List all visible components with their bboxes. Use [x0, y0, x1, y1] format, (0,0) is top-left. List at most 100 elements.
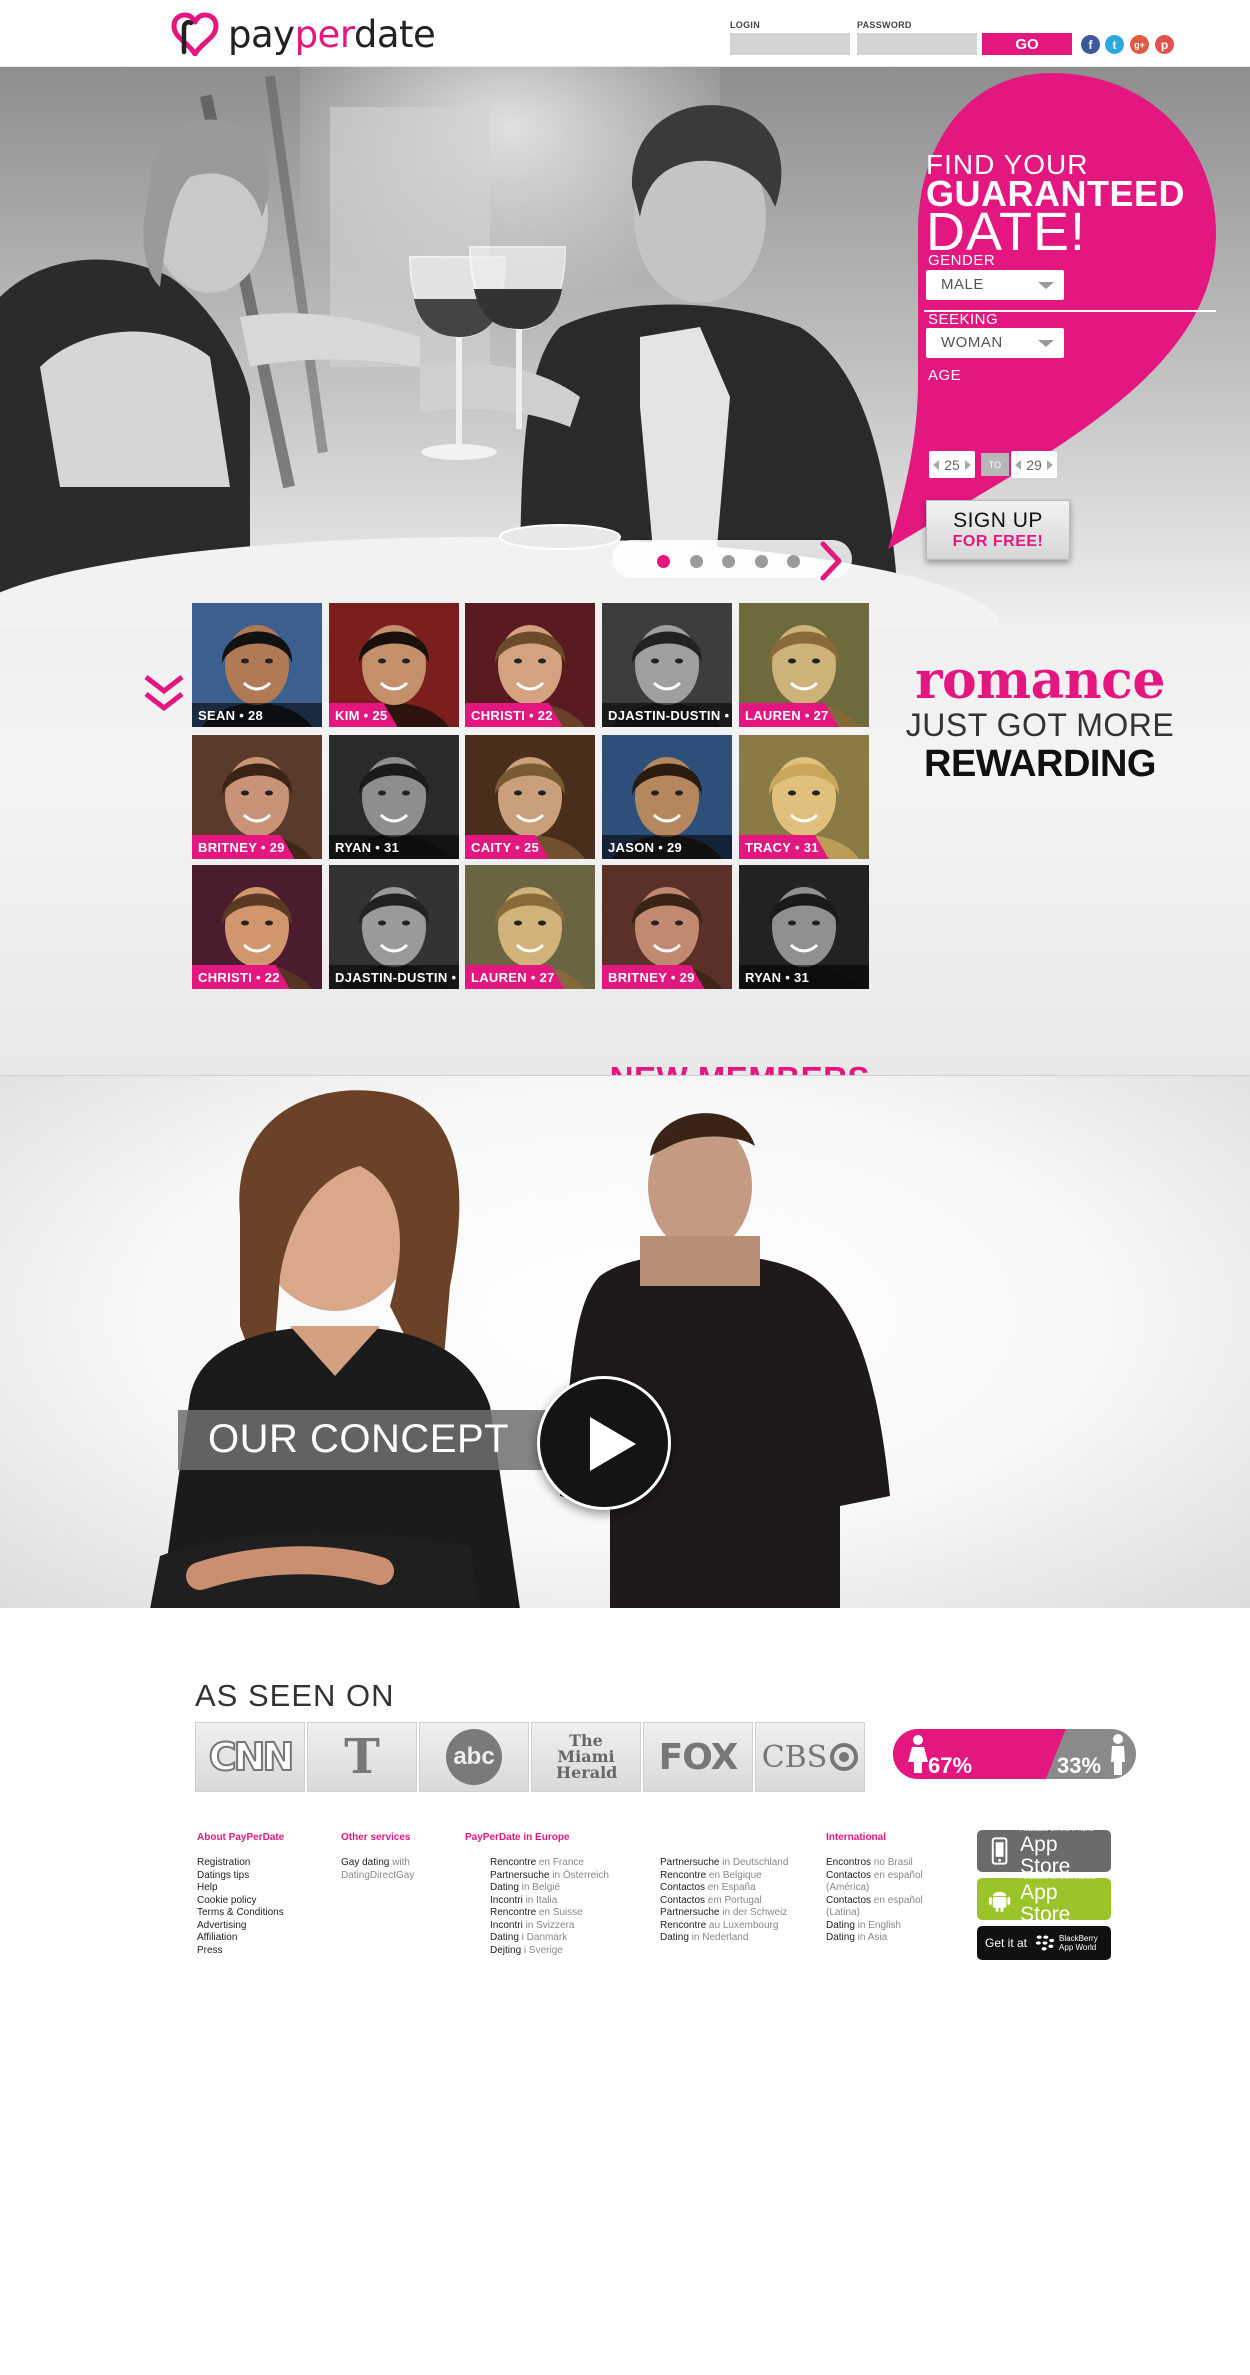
- footer-link[interactable]: Help: [197, 1882, 284, 1895]
- abc-logo: abc: [419, 1722, 529, 1792]
- login-input[interactable]: [730, 33, 850, 55]
- google-plus-icon[interactable]: g+: [1130, 35, 1149, 54]
- footer-link[interactable]: Advertising: [197, 1920, 284, 1933]
- member-card[interactable]: LAUREN • 27: [465, 865, 595, 989]
- footer-link[interactable]: Dating i Danmark: [490, 1932, 609, 1945]
- age-to-stepper[interactable]: 29: [1011, 451, 1057, 478]
- play-button[interactable]: [537, 1376, 671, 1510]
- blackberry-badge-big: BlackBerry App World: [1059, 1934, 1098, 1952]
- footer-link[interactable]: Gay dating with: [341, 1857, 414, 1870]
- footer-link[interactable]: Contactos en español: [826, 1895, 923, 1908]
- new-york-times-logo: T: [307, 1722, 417, 1792]
- cbs-eye-icon: [830, 1743, 859, 1771]
- miami-herald-logo-text: The Miami Herald: [556, 1731, 618, 1782]
- blackberry-app-world-badge[interactable]: Get it at BlackBerry App World: [977, 1926, 1111, 1960]
- go-button[interactable]: GO: [982, 33, 1072, 55]
- member-card[interactable]: RYAN • 31: [329, 735, 459, 859]
- new-members-heading[interactable]: NEW MEMBERS: [605, 1060, 870, 1075]
- footer-link[interactable]: Contactos en España: [660, 1882, 788, 1895]
- double-chevron-down-icon[interactable]: [143, 674, 185, 714]
- footer-link[interactable]: Cookie policy: [197, 1895, 284, 1908]
- slider-dot[interactable]: [755, 555, 768, 568]
- footer-link[interactable]: Contactos em Portugal: [660, 1895, 788, 1908]
- footer-link[interactable]: Partnersuche in Österreich: [490, 1870, 609, 1883]
- footer-link[interactable]: (América): [826, 1882, 923, 1895]
- password-input[interactable]: [857, 33, 977, 55]
- footer-link[interactable]: Incontri in Svizzera: [490, 1920, 609, 1933]
- footer-column-heading: International: [826, 1832, 887, 1843]
- member-card[interactable]: TRACY • 31: [739, 735, 869, 859]
- login-group: LOGIN: [730, 20, 850, 55]
- member-card[interactable]: CHRISTI • 22: [192, 865, 322, 989]
- twitter-icon[interactable]: t: [1105, 35, 1124, 54]
- increase-arrow-icon[interactable]: [1046, 459, 1053, 470]
- cbs-logo-text: CBS: [761, 1739, 828, 1775]
- slogan-line-3: REWARDING: [924, 743, 1156, 785]
- footer-link[interactable]: Contactos en español: [826, 1870, 923, 1883]
- cbs-logo: CBS: [755, 1722, 865, 1792]
- footer-link[interactable]: Dejting i Sverige: [490, 1945, 609, 1958]
- slider-dot[interactable]: [787, 555, 800, 568]
- footer-link[interactable]: Registration: [197, 1857, 284, 1870]
- increase-arrow-icon[interactable]: [964, 459, 971, 470]
- footer-link[interactable]: Rencontre en Belgique: [660, 1870, 788, 1883]
- age-from-stepper[interactable]: 25: [929, 451, 975, 478]
- seeking-select[interactable]: WOMAN: [926, 328, 1064, 358]
- female-percentage: 67%: [928, 1753, 973, 1778]
- pinterest-icon[interactable]: p: [1155, 35, 1174, 54]
- footer-link[interactable]: Datings tips: [197, 1870, 284, 1883]
- iphone-app-store-badge[interactable]: Available on the iPhone App Store: [977, 1826, 1111, 1877]
- member-card[interactable]: SEAN • 28: [192, 603, 322, 727]
- fox-logo-text: FOX: [658, 1736, 739, 1778]
- footer-column-heading: About PayPerDate: [197, 1832, 285, 1843]
- next-slide-arrow-icon[interactable]: [820, 541, 842, 581]
- footer-link[interactable]: Affiliation: [197, 1932, 284, 1945]
- as-seen-on-title: AS SEEN ON: [195, 1678, 395, 1713]
- footer-link[interactable]: Press: [197, 1945, 284, 1958]
- member-card[interactable]: CAITY • 25: [465, 735, 595, 859]
- footer-link[interactable]: Terms & Conditions: [197, 1907, 284, 1920]
- concept-video-thumbnail[interactable]: [0, 1076, 1250, 1608]
- chevron-down-icon: [1038, 282, 1054, 289]
- footer-link[interactable]: Dating in English: [826, 1920, 923, 1933]
- slider-dot[interactable]: [657, 555, 670, 568]
- member-card[interactable]: DJASTIN-DUSTIN • 28: [602, 603, 732, 727]
- footer-link[interactable]: Encontros no Brasil: [826, 1857, 923, 1870]
- member-card[interactable]: CHRISTI • 22: [465, 603, 595, 727]
- footer-link[interactable]: Partnersuche in Deutschland: [660, 1857, 788, 1870]
- footer-link[interactable]: Rencontre en Suisse: [490, 1907, 609, 1920]
- footer-link[interactable]: Dating in België: [490, 1882, 609, 1895]
- decrease-arrow-icon[interactable]: [1015, 459, 1022, 470]
- member-name-tag: LAUREN • 27: [465, 965, 565, 989]
- footer-link[interactable]: Dating in Asia: [826, 1932, 923, 1945]
- seeking-label: SEEKING: [928, 311, 999, 328]
- member-card[interactable]: DJASTIN-DUSTIN • 28: [329, 865, 459, 989]
- nyt-logo-text: T: [344, 1729, 380, 1785]
- signup-button[interactable]: SIGN UP FOR FREE!: [926, 500, 1070, 560]
- footer-column: International Encontros no Brasil Contacto…: [826, 1832, 923, 1945]
- footer-link[interactable]: Rencontre au Luxembourg: [660, 1920, 788, 1933]
- member-name-tag: LAUREN • 27: [739, 703, 839, 727]
- logo[interactable]: payperdate: [170, 12, 436, 56]
- slider-dot[interactable]: [690, 555, 703, 568]
- facebook-icon[interactable]: f: [1081, 35, 1100, 54]
- footer-link[interactable]: Incontri in Italia: [490, 1895, 609, 1908]
- footer-link[interactable]: Dating in Nederland: [660, 1932, 788, 1945]
- member-card[interactable]: JASON • 29: [602, 735, 732, 859]
- member-name-tag: RYAN • 31: [329, 835, 459, 859]
- footer-link[interactable]: Partnersuche in der Schweiz: [660, 1907, 788, 1920]
- member-card[interactable]: BRITNEY • 29: [602, 865, 732, 989]
- member-card[interactable]: BRITNEY • 29: [192, 735, 322, 859]
- member-card[interactable]: LAUREN • 27: [739, 603, 869, 727]
- password-group: PASSWORD: [857, 20, 977, 55]
- member-card[interactable]: RYAN • 31: [739, 865, 869, 989]
- member-card[interactable]: KIM • 25: [329, 603, 459, 727]
- footer-link[interactable]: DatingDirectGay: [341, 1870, 414, 1883]
- heart-logo-icon: [171, 12, 219, 56]
- footer-link[interactable]: Rencontre en France: [490, 1857, 609, 1870]
- android-app-store-badge[interactable]: Available on the Android App Store: [977, 1874, 1111, 1925]
- footer-link[interactable]: (Latina): [826, 1907, 923, 1920]
- decrease-arrow-icon[interactable]: [933, 459, 940, 470]
- gender-select[interactable]: MALE: [926, 270, 1064, 300]
- slider-dot[interactable]: [722, 555, 735, 568]
